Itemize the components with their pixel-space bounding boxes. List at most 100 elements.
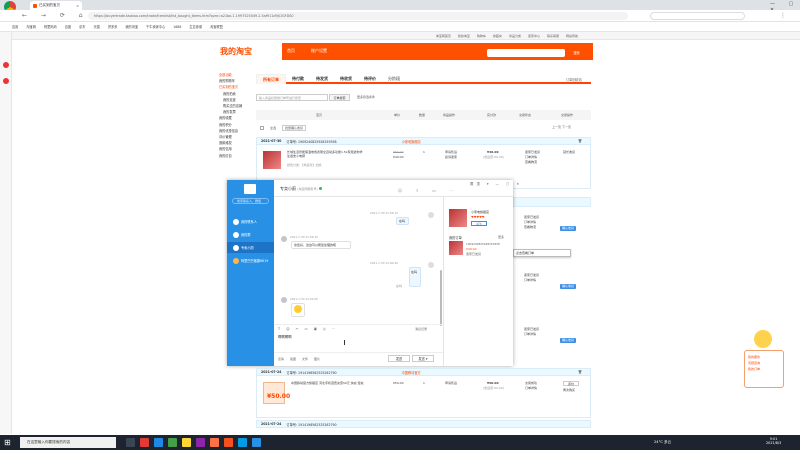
panel-product-thumb[interactable]: [449, 241, 463, 255]
app-icon[interactable]: [196, 438, 205, 447]
taobao-search-button[interactable]: 搜索: [565, 49, 588, 57]
task-view-icon[interactable]: [126, 438, 135, 447]
close-tab-icon[interactable]: ×: [76, 4, 79, 8]
bookmark-item[interactable]: 1688: [173, 25, 181, 29]
panel-order-more[interactable]: 更多: [498, 235, 504, 239]
bookmark-item[interactable]: 阿里妈妈: [44, 24, 57, 29]
after-sales-link[interactable]: 申请售后: [445, 150, 457, 154]
topbar-link[interactable]: 商品分类: [509, 34, 521, 38]
nav-buttons[interactable]: ← → ⟳ ⌂: [22, 12, 89, 19]
order-detail-link[interactable]: 订单详情: [524, 220, 536, 224]
more-icon[interactable]: ⋯: [332, 327, 335, 333]
order-detail-link[interactable]: 订单详情: [524, 332, 536, 336]
emoji-icon[interactable]: ☺: [286, 327, 290, 333]
menu-icon[interactable]: ⋮: [780, 12, 786, 19]
bottom-link[interactable]: 图片: [314, 357, 320, 361]
confirm-receipt-button[interactable]: 确认收货: [560, 226, 576, 231]
follow-button[interactable]: 关注: [471, 221, 487, 226]
folder-icon[interactable]: [182, 438, 191, 447]
aliwangwang-icon[interactable]: [252, 438, 261, 447]
bookmark-item[interactable]: 应用: [12, 24, 18, 29]
shop-name[interactable]: 小家电旗舰店: [402, 139, 421, 144]
widget-line[interactable]: 我的订单: [748, 366, 780, 372]
my-taobao-logo[interactable]: 我的淘宝: [220, 46, 252, 57]
contact-search-input[interactable]: 搜索联系人、群组: [232, 198, 269, 204]
app-icon[interactable]: [3, 78, 9, 84]
product-title[interactable]: 长城生活智能保温电煲煮粥全自动多功能1.5L家用迷你学生宿舍小电锅: [287, 150, 363, 159]
tab-staged[interactable]: 分阶段: [382, 74, 406, 84]
nav-home[interactable]: 首页: [287, 48, 295, 54]
taskbar-clock[interactable]: 9:01 2021/8/3: [766, 437, 781, 445]
delete-order-icon[interactable]: 🗑: [578, 139, 582, 143]
font-icon[interactable]: T: [278, 327, 280, 333]
confirm-receipt-button[interactable]: 确认收货: [560, 284, 576, 289]
shake-icon[interactable]: ◎: [323, 327, 326, 333]
topbar-link[interactable]: 购物车: [477, 34, 486, 38]
order-search-input[interactable]: 输入商品标题或订单号进行搜索: [256, 94, 328, 101]
select-all-checkbox[interactable]: [260, 126, 264, 130]
product-thumbnail[interactable]: [263, 151, 281, 169]
bookmark-item[interactable]: 千牛卖家中心: [146, 24, 165, 29]
after-sales-link[interactable]: 申请售后: [445, 381, 457, 385]
chat-scrollbar[interactable]: [440, 270, 442, 326]
message-history-link[interactable]: 消息记录: [415, 327, 427, 331]
send-mode-dropdown[interactable]: 发送 ▾: [412, 355, 434, 362]
tab-pending-review[interactable]: 待评价: [358, 74, 382, 84]
extension-search[interactable]: [650, 12, 745, 20]
contact-item[interactable]: 我的群: [227, 229, 274, 240]
app-icon[interactable]: [210, 438, 219, 447]
contact-item[interactable]: 我的联系人: [227, 216, 274, 227]
order-detail-link[interactable]: 订单详情: [525, 155, 537, 159]
order-detail-link[interactable]: 订单详情: [524, 278, 536, 282]
chat-input[interactable]: 啊啊啊啊: [278, 334, 292, 339]
logistics-link[interactable]: 查看物流: [525, 160, 537, 164]
app-icon[interactable]: [224, 438, 233, 447]
weather-text[interactable]: 24°C 多云: [654, 440, 671, 445]
image-icon[interactable]: ▣: [314, 327, 317, 333]
shop-name[interactable]: 中国移动官方: [402, 370, 421, 375]
bookmark-item[interactable]: 淘宝网: [26, 24, 36, 29]
delete-order-icon[interactable]: 🗑: [578, 370, 582, 374]
taskbar-search[interactable]: 在这里输入你要搜索的内容: [20, 437, 116, 448]
batch-confirm-button[interactable]: 批量确认收货: [282, 125, 307, 131]
confirm-receipt-button[interactable]: 确认收货: [560, 338, 576, 343]
topbar-link[interactable]: 卖家中心: [528, 34, 540, 38]
buy-again-link[interactable]: 再次购买: [563, 388, 575, 392]
service-assistant-widget[interactable]: 我的服务 问题咨询 我的订单: [744, 330, 784, 388]
order-recycle-bin[interactable]: 订单回收站: [566, 77, 582, 82]
bookmark-item[interactable]: 天猫: [93, 24, 99, 29]
bookmark-item[interactable]: 京东: [79, 24, 85, 29]
app-icon[interactable]: [238, 438, 247, 447]
send-button[interactable]: 发送: [388, 355, 410, 362]
user-avatar[interactable]: [244, 184, 256, 194]
order-search-button[interactable]: 订单搜索: [329, 94, 350, 101]
bottom-link[interactable]: 文件: [302, 357, 308, 361]
chat-tool-icons[interactable]: ☺ ⇪ ▭ ⋯: [398, 188, 459, 193]
windows-start-icon[interactable]: ⊞: [4, 438, 13, 447]
contact-item[interactable]: 阿里巴巴客服6619: [227, 255, 274, 266]
mini-pager[interactable]: 上一页 下一页: [552, 125, 571, 129]
bottom-link[interactable]: 表情: [278, 357, 284, 361]
weibo-icon[interactable]: [3, 62, 9, 68]
topbar-link[interactable]: 收藏夹: [493, 34, 502, 38]
bottom-link[interactable]: 截图: [290, 357, 296, 361]
address-bar[interactable]: https://buyertrade.taobao.com/trade/item…: [88, 12, 628, 20]
more-filters-link[interactable]: 更多筛选条件: [357, 95, 375, 99]
complain-link[interactable]: 投诉卖家: [445, 155, 457, 159]
product-title[interactable]: 中国移动官方旗舰店 河北手机话费充值50元 快充 慢充: [291, 381, 367, 385]
bookmark-item[interactable]: 百度: [65, 24, 71, 29]
contact-item-selected[interactable]: 专卖小蔚: [227, 242, 274, 253]
panel-shop-name[interactable]: 小家电旗舰店: [471, 210, 489, 214]
app-icon[interactable]: [140, 438, 149, 447]
topbar-link[interactable]: 网站导航: [566, 34, 578, 38]
tab-pending-receipt[interactable]: 待收货: [334, 74, 358, 84]
topbar-link[interactable]: 联系客服: [547, 34, 559, 38]
tab-pending-payment[interactable]: 待付款: [286, 74, 310, 84]
sidebar-item[interactable]: 我的红包: [219, 153, 254, 159]
app-icon[interactable]: [168, 438, 177, 447]
review-button[interactable]: 评价: [563, 381, 579, 386]
nav-account-settings[interactable]: 账户设置: [311, 48, 327, 54]
order-detail-link[interactable]: 订单详情: [525, 386, 537, 390]
extend-receipt-link[interactable]: 延长收货: [563, 150, 575, 154]
folder-icon[interactable]: ▭: [304, 327, 307, 333]
